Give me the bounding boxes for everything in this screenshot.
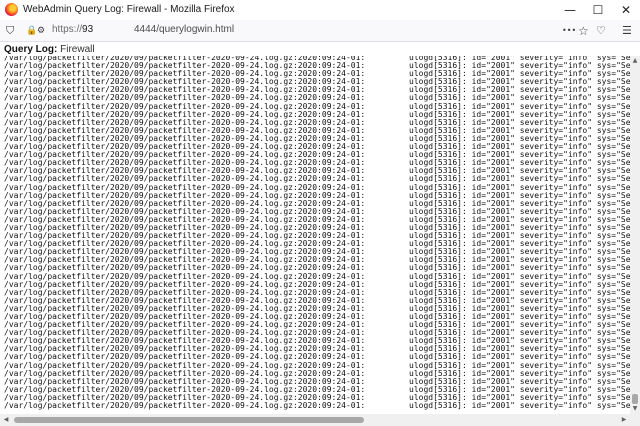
horizontal-scroll-thumb[interactable] xyxy=(14,417,364,423)
log-line-left: /var/log/packetfilter/2020/09/packetfilt… xyxy=(4,401,390,411)
bookmark-star-icon[interactable]: ☆ xyxy=(578,23,589,39)
page-actions-more-icon[interactable]: ••• xyxy=(562,23,576,39)
scroll-down-arrow-icon[interactable]: ▼ xyxy=(630,404,640,414)
navigation-bar: ⛉ 🔒 ⚙ https://93 4444/querylogwin.html •… xyxy=(0,20,640,42)
url-host: 93 xyxy=(82,24,94,35)
scroll-up-arrow-icon[interactable]: ▲ xyxy=(630,56,640,66)
url-bar[interactable]: https://93 xyxy=(52,24,93,35)
log-right-column: ulogd[5316]: id="2001" severity="info" s… xyxy=(409,56,630,410)
vertical-scroll-thumb[interactable] xyxy=(632,394,638,404)
window-title: WebAdmin Query Log: Firewall - Mozilla F… xyxy=(23,4,235,15)
scroll-right-arrow-icon[interactable]: ▶ xyxy=(618,414,630,426)
horizontal-scrollbar[interactable]: ◀ ▶ xyxy=(0,414,630,426)
page-title-label: Query Log: xyxy=(4,44,58,55)
log-line-right: ulogd[5316]: id="2001" severity="info" s… xyxy=(409,401,630,411)
log-content-area: /var/log/packetfilter/2020/09/packetfilt… xyxy=(0,56,630,414)
pocket-icon[interactable]: ♡ xyxy=(596,23,606,39)
hamburger-menu-icon[interactable]: ☰ xyxy=(622,23,632,39)
permissions-icon[interactable]: ⚙ xyxy=(37,23,45,39)
log-left-column: /var/log/packetfilter/2020/09/packetfilt… xyxy=(4,56,389,410)
minimize-button[interactable]: — xyxy=(556,0,584,20)
url-path: 4444/querylogwin.html xyxy=(134,24,235,35)
firefox-logo-icon xyxy=(5,3,18,16)
log-column-gap xyxy=(365,56,407,414)
vertical-scrollbar[interactable]: ▲ ▼ xyxy=(630,56,640,414)
url-scheme: https:// xyxy=(52,24,83,35)
page-title: Query Log: Firewall xyxy=(4,44,95,55)
url-redacted-region xyxy=(96,23,132,38)
scroll-left-arrow-icon[interactable]: ◀ xyxy=(0,414,12,426)
page-title-value: Firewall xyxy=(60,44,95,55)
tracking-protection-shield-icon[interactable]: ⛉ xyxy=(6,23,14,39)
maximize-button[interactable]: ☐ xyxy=(584,0,612,20)
window-titlebar: WebAdmin Query Log: Firewall - Mozilla F… xyxy=(0,0,640,20)
scrollbar-corner xyxy=(630,414,640,426)
insecure-lock-icon[interactable]: 🔒 xyxy=(26,23,37,39)
close-button[interactable]: ✕ xyxy=(612,0,640,20)
